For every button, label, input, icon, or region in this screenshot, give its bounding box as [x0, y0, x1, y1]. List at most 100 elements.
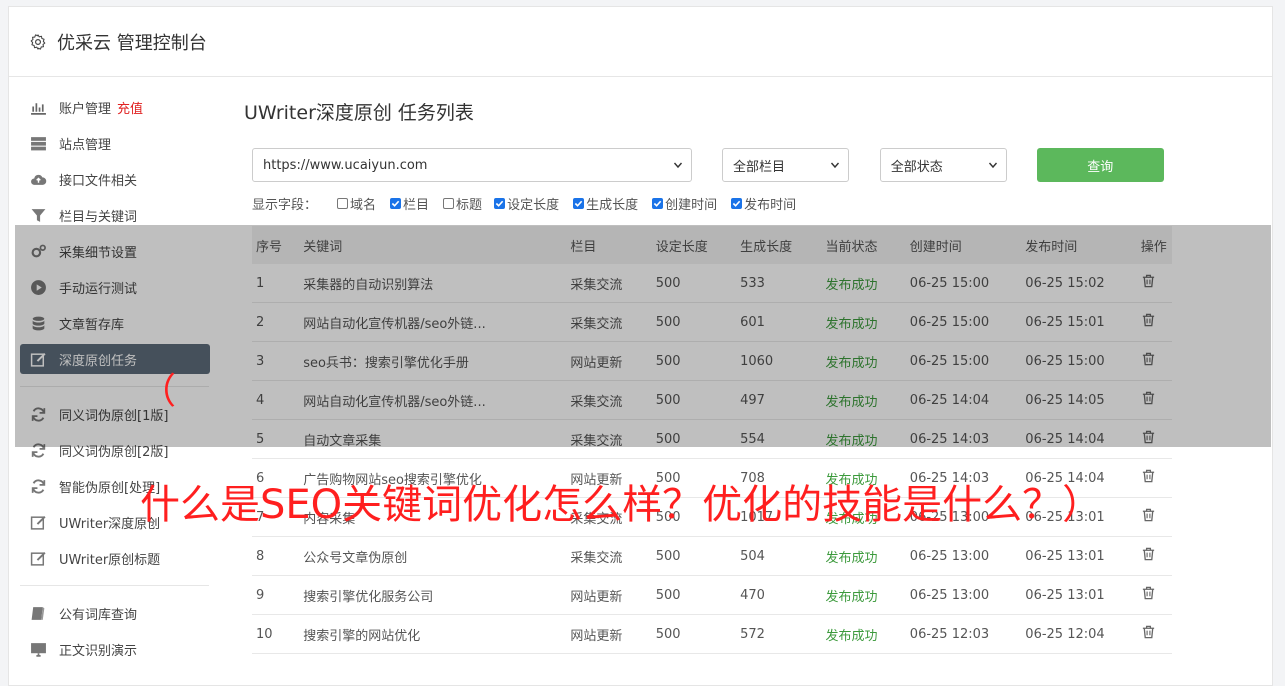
trash-icon	[1142, 430, 1154, 444]
column-header: 当前状态	[821, 226, 906, 264]
field-checkbox-title[interactable]: 标题	[443, 194, 482, 213]
sidebar-item-public-dictionary[interactable]: 公有词库查询	[20, 598, 210, 628]
row-gen-length: 470	[736, 575, 822, 615]
row-keyword: 搜索引擎的网站优化	[299, 614, 567, 654]
row-status: 发布成功	[821, 419, 906, 459]
row-publish-time: 06-25 14:04	[1021, 419, 1137, 459]
play-icon	[31, 279, 46, 295]
trash-icon	[1142, 352, 1154, 366]
row-status: 发布成功	[821, 341, 906, 381]
status-select[interactable]: 全部状态	[879, 148, 1007, 182]
row-column: 采集交流	[566, 264, 652, 303]
row-set-length: 500	[651, 575, 737, 615]
row-delete-button[interactable]	[1136, 536, 1172, 576]
server-icon	[31, 136, 46, 150]
row-delete-button[interactable]	[1136, 419, 1172, 459]
sidebar-item-api-files[interactable]: 接口文件相关	[20, 164, 210, 194]
checkbox-box	[573, 197, 585, 209]
row-publish-time: 06-25 15:01	[1021, 302, 1137, 342]
row-gen-length: 533	[736, 264, 822, 303]
field-checkbox-publish-time[interactable]: 发布时间	[731, 194, 796, 213]
check-icon	[574, 200, 583, 207]
row-index: 1	[252, 264, 300, 303]
sidebar-item-label: 接口文件相关	[59, 173, 138, 189]
row-delete-button[interactable]	[1136, 497, 1172, 537]
sidebar-item-label: 智能伪原创[处理]	[59, 480, 161, 496]
gear-icon	[30, 33, 46, 50]
sidebar-item-synonym-v2[interactable]: 同义词伪原创[2版]	[20, 435, 210, 465]
row-create-time: 06-25 13:00	[905, 497, 1022, 537]
field-checkbox-gen-length[interactable]: 生成长度	[573, 194, 638, 213]
sidebar-item-text-recognition[interactable]: 正文识别演示	[20, 634, 210, 664]
row-index: 8	[252, 536, 300, 576]
row-gen-length: 1017	[736, 497, 822, 537]
row-keyword: 广告购物网站seo搜索引擎优化	[299, 458, 567, 498]
row-gen-length: 708	[736, 458, 822, 498]
sidebar-item-deep-original-task[interactable]: 深度原创任务	[20, 344, 210, 374]
row-delete-button[interactable]	[1136, 614, 1172, 654]
trash-icon	[1142, 469, 1154, 483]
monitor-icon	[31, 642, 46, 657]
sidebar-item-manual-run[interactable]: 手动运行测试	[20, 272, 210, 302]
display-fields: 显示字段： 域名 栏目 标题 设定长度 生成长度 创建时间 发布时间	[252, 194, 1164, 213]
row-delete-button[interactable]	[1136, 380, 1172, 420]
site-select[interactable]: https://www.ucaiyun.com	[252, 148, 693, 182]
sidebar-item-label: 手动运行测试	[59, 281, 138, 297]
sidebar-item-article-store[interactable]: 文章暂存库	[20, 308, 210, 338]
checkbox-box	[731, 197, 743, 209]
trash-icon	[1142, 586, 1154, 600]
sidebar-item-smart-rewrite[interactable]: 智能伪原创[处理]	[20, 471, 210, 501]
edit-icon	[30, 352, 46, 367]
check-icon	[495, 200, 504, 207]
sidebar-item-synonym-v1[interactable]: 同义词伪原创[1版]	[20, 399, 210, 429]
field-checkbox-set-length[interactable]: 设定长度	[494, 194, 559, 213]
row-status: 发布成功	[821, 380, 906, 420]
sidebar-item-uwriter-deep[interactable]: UWriter深度原创	[20, 507, 210, 537]
column-select-value: 全部栏目	[733, 159, 786, 175]
column-select[interactable]: 全部栏目	[722, 148, 849, 182]
field-label: 域名	[350, 197, 377, 213]
trash-icon	[1142, 625, 1154, 639]
sidebar-item-collect-settings[interactable]: 采集细节设置	[20, 236, 210, 266]
recharge-link[interactable]: 充值	[117, 98, 143, 117]
sidebar-item-columns-keywords[interactable]: 栏目与关键词	[20, 200, 210, 230]
row-delete-button[interactable]	[1136, 302, 1172, 342]
row-set-length: 500	[651, 264, 737, 303]
sidebar-item-account[interactable]: 账户管理 充值	[20, 92, 210, 122]
filter-bar: https://www.ucaiyun.com 全部栏目 全部状态 查询	[244, 148, 1164, 182]
row-publish-time: 06-25 13:01	[1021, 575, 1137, 615]
query-button[interactable]: 查询	[1036, 148, 1164, 182]
column-header: 序号	[252, 226, 300, 264]
row-status: 发布成功	[821, 536, 906, 576]
row-column: 网站更新	[566, 575, 652, 615]
row-delete-button[interactable]	[1136, 341, 1172, 381]
row-status: 发布成功	[821, 575, 906, 615]
main-content: UWriter深度原创 任务列表 https://www.ucaiyun.com…	[244, 100, 1172, 654]
sidebar-nav: 账户管理 充值 站点管理 接口文件相关 栏目与关键词 采集细节设置 手动运行测试…	[20, 92, 210, 670]
row-gen-length: 601	[736, 302, 822, 342]
table-row: 8 公众号文章伪原创 采集交流 500 504 发布成功 06-25 13:00 06-25 …	[252, 536, 1172, 576]
sidebar-item-label: 文章暂存库	[59, 317, 125, 333]
row-column: 采集交流	[566, 380, 652, 420]
row-delete-button[interactable]	[1136, 264, 1172, 303]
table-row: 1 采集器的自动识别算法 采集交流 500 533 发布成功 06-25 15:00 06-2…	[252, 264, 1172, 303]
display-fields-label: 显示字段：	[252, 197, 318, 213]
table-row: 3 seo兵书：搜索引擎优化手册 网站更新 500 1060 发布成功 06-25 15:0…	[252, 341, 1172, 381]
sidebar-item-label: UWriter深度原创	[59, 516, 161, 532]
sidebar-item-uwriter-title[interactable]: UWriter原创标题	[20, 543, 210, 573]
row-index: 5	[252, 419, 300, 459]
field-checkbox-column[interactable]: 栏目	[390, 194, 429, 213]
task-table: 序号 关键词 栏目 设定长度 生成长度 当前状态 创建时间 发布时间 操作 1采…	[252, 226, 1172, 654]
field-label: 设定长度	[507, 197, 560, 213]
row-keyword: 内容采集	[299, 497, 567, 537]
row-delete-button[interactable]	[1136, 458, 1172, 498]
chevron-down-icon	[830, 162, 839, 169]
sidebar-item-sites[interactable]: 站点管理	[20, 128, 210, 158]
row-delete-button[interactable]	[1136, 575, 1172, 615]
field-checkbox-domain[interactable]: 域名	[337, 194, 376, 213]
row-keyword: 采集器的自动识别算法	[299, 264, 567, 303]
field-label: 发布时间	[744, 197, 797, 213]
row-column: 网站更新	[566, 341, 652, 381]
field-checkbox-create-time[interactable]: 创建时间	[652, 194, 717, 213]
row-index: 10	[252, 614, 300, 654]
